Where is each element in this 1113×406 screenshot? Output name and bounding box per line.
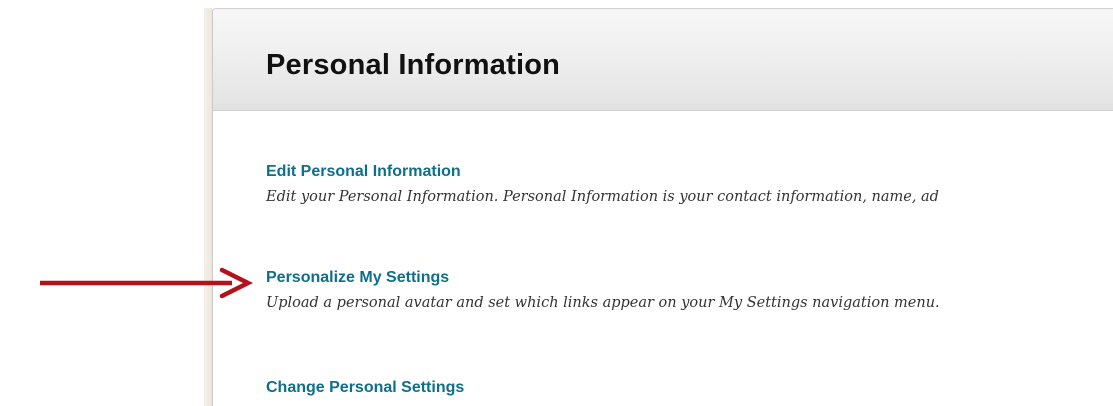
personalize-my-settings-link[interactable]: Personalize My Settings [266, 268, 940, 288]
edit-personal-information-link[interactable]: Edit Personal Information [266, 162, 939, 182]
list-item-change-personal-settings: Change Personal Settings [266, 378, 464, 398]
page-title: Personal Information [266, 49, 561, 81]
change-personal-settings-link[interactable]: Change Personal Settings [266, 378, 464, 398]
page-edge-shadow [204, 8, 212, 406]
personal-information-panel: Personal Information Edit Personal Infor… [212, 8, 1113, 406]
personalize-my-settings-description: Upload a personal avatar and set which l… [266, 295, 940, 311]
page: Personal Information Edit Personal Infor… [0, 0, 1113, 406]
panel-header: Personal Information [213, 9, 1113, 111]
list-item-edit-personal-information: Edit Personal Information Edit your Pers… [266, 162, 939, 207]
list-item-personalize-my-settings: Personalize My Settings Upload a persona… [266, 268, 940, 313]
edit-personal-information-description: Edit your Personal Information. Personal… [266, 189, 939, 205]
